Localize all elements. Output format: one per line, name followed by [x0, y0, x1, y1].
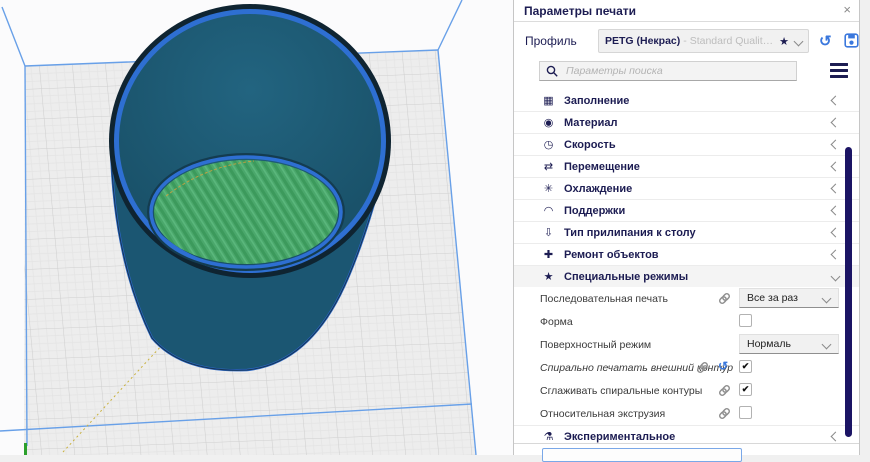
mesh-fixes-icon: ✚	[540, 248, 557, 261]
chevron-down-icon	[794, 36, 804, 46]
profile-label: Профиль	[525, 34, 577, 48]
special-modes-icon: ★	[540, 270, 557, 283]
top-surface-green	[154, 160, 338, 264]
settings-category-list: ▦ Заполнение ◉ Материал ◷ Скорость ⇄ Пер…	[514, 90, 859, 447]
panel-scrollbar[interactable]	[845, 147, 852, 437]
travel-icon: ⇄	[540, 160, 557, 173]
link-icon	[718, 407, 731, 425]
setting-smooth-spiralized: Сглаживать спиральные контуры ✔	[514, 379, 859, 402]
bottom-action-button[interactable]	[542, 448, 742, 462]
category-speed[interactable]: ◷ Скорость	[514, 133, 859, 155]
profile-suffix: - Standard Quality - 0.2mm	[683, 35, 775, 47]
setting-relative-extrusion: Относительная экструзия	[514, 402, 859, 425]
smooth-spiralized-checkbox[interactable]: ✔	[739, 383, 752, 396]
chevron-collapsed-icon	[831, 250, 841, 260]
category-special-modes[interactable]: ★ Специальные режимы	[514, 265, 859, 287]
material-icon: ◉	[540, 116, 557, 129]
setting-spiralize: Спирально печатать внешний контур ↺ ✔	[514, 356, 859, 379]
undo-icon[interactable]: ↺	[718, 359, 728, 373]
chevron-expanded-icon	[831, 272, 841, 282]
link-icon	[718, 384, 731, 402]
setting-mold: Форма	[514, 310, 859, 333]
adhesion-icon: ⇩	[540, 226, 557, 239]
surface-mode-dropdown[interactable]: Нормаль	[739, 334, 839, 354]
profile-name: PETG (Некрас)	[605, 35, 680, 47]
chevron-collapsed-icon	[831, 162, 841, 172]
chevron-collapsed-icon	[831, 184, 841, 194]
speed-icon: ◷	[540, 138, 557, 151]
close-icon[interactable]: ×	[843, 2, 851, 17]
chevron-collapsed-icon	[831, 96, 841, 106]
save-icon[interactable]	[844, 33, 859, 53]
spiralize-checkbox[interactable]: ✔	[739, 360, 752, 373]
category-travel[interactable]: ⇄ Перемещение	[514, 155, 859, 177]
chevron-down-icon	[822, 339, 832, 349]
chevron-collapsed-icon	[831, 228, 841, 238]
panel-bottom-divider	[514, 443, 859, 444]
relative-extrusion-checkbox[interactable]	[739, 406, 752, 419]
profile-row: Профиль PETG (Некрас) - Standard Quality…	[514, 29, 859, 55]
panel-title: Параметры печати	[524, 4, 636, 18]
chevron-down-icon	[822, 293, 832, 303]
experimental-icon: ⚗	[540, 430, 557, 443]
link-icon	[718, 292, 731, 310]
setting-print-sequence: Последовательная печать Все за раз	[514, 287, 859, 310]
menu-icon[interactable]	[830, 63, 848, 81]
mold-checkbox[interactable]	[739, 314, 752, 327]
viewport-3d[interactable]	[0, 0, 513, 455]
category-cooling[interactable]: ✳ Охлаждение	[514, 177, 859, 199]
chevron-collapsed-icon	[831, 118, 841, 128]
category-adhesion[interactable]: ⇩ Тип прилипания к столу	[514, 221, 859, 243]
search-icon	[546, 65, 558, 77]
search-input[interactable]	[564, 64, 790, 78]
search-box[interactable]	[539, 61, 797, 81]
chevron-collapsed-icon	[831, 140, 841, 150]
layer-preview-scene	[0, 0, 513, 455]
category-meshfixes[interactable]: ✚ Ремонт объектов	[514, 243, 859, 265]
profile-dropdown[interactable]: PETG (Некрас) - Standard Quality - 0.2mm…	[598, 29, 809, 53]
chevron-collapsed-icon	[831, 432, 841, 442]
print-settings-panel: Параметры печати × Профиль PETG (Некрас)…	[513, 0, 860, 455]
chevron-collapsed-icon	[831, 206, 841, 216]
support-icon: ◠	[540, 204, 557, 217]
cooling-icon: ✳	[540, 182, 557, 195]
category-material[interactable]: ◉ Материал	[514, 111, 859, 133]
link-icon	[696, 361, 709, 379]
search-row	[514, 61, 859, 81]
panel-title-bar: Параметры печати ×	[514, 0, 859, 22]
category-infill[interactable]: ▦ Заполнение	[514, 90, 859, 111]
infill-icon: ▦	[540, 94, 557, 107]
setting-surface-mode: Поверхностный режим Нормаль	[514, 333, 859, 356]
category-support[interactable]: ◠ Поддержки	[514, 199, 859, 221]
origin-axis-marker	[24, 443, 27, 455]
star-icon: ★	[779, 35, 789, 48]
print-sequence-dropdown[interactable]: Все за раз	[739, 288, 839, 308]
undo-icon[interactable]: ↺	[819, 32, 832, 50]
